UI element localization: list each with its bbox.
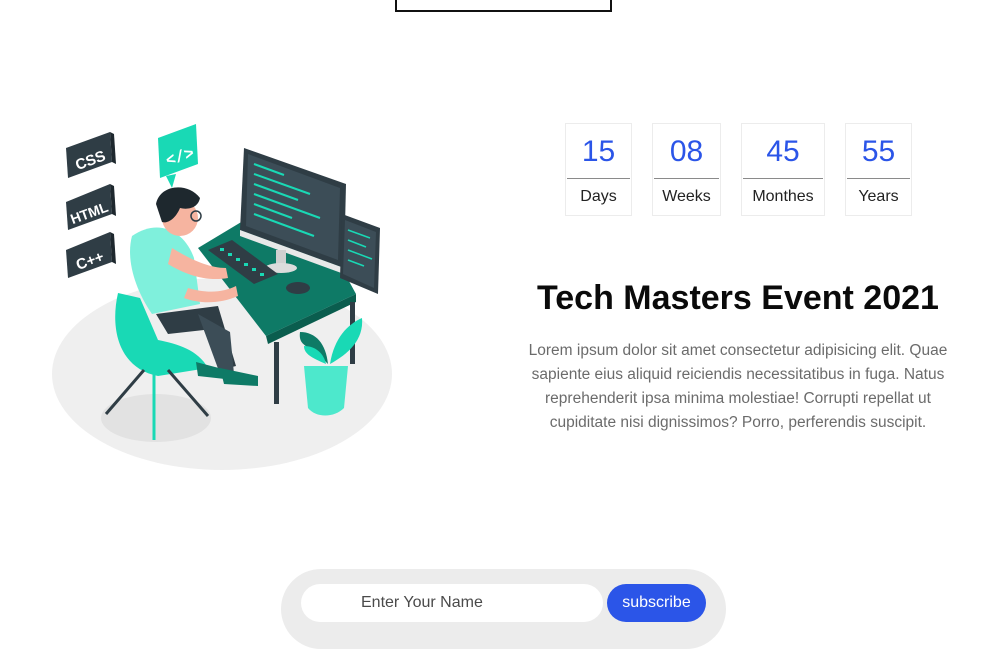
- countdown-years: 55 Years: [845, 123, 912, 216]
- header-outline-box: [395, 0, 612, 12]
- cpp-badge: C++: [66, 232, 116, 278]
- countdown-days-label: Days: [580, 188, 617, 205]
- name-input[interactable]: [301, 584, 603, 622]
- countdown-days-value: 15: [567, 124, 630, 179]
- subscribe-form: subscribe: [281, 569, 726, 649]
- event-description: Lorem ipsum dolor sit amet consectetur a…: [528, 342, 948, 431]
- countdown-years-value: 55: [847, 124, 910, 179]
- countdown-months-label: Monthes: [752, 188, 814, 205]
- countdown-months-value: 45: [743, 124, 823, 179]
- event-title: Tech Masters Event 2021: [537, 279, 939, 317]
- countdown-weeks-value: 08: [654, 124, 719, 179]
- countdown-years-label: Years: [858, 188, 899, 205]
- subscribe-button[interactable]: subscribe: [607, 584, 706, 622]
- countdown-timer: 15 Days 08 Weeks 45 Monthes 55 Years: [0, 123, 1007, 218]
- countdown-days: 15 Days: [565, 123, 632, 216]
- countdown-weeks-label: Weeks: [662, 188, 711, 205]
- mouse: [286, 282, 310, 294]
- countdown-weeks: 08 Weeks: [652, 123, 721, 216]
- countdown-months: 45 Monthes: [741, 123, 825, 216]
